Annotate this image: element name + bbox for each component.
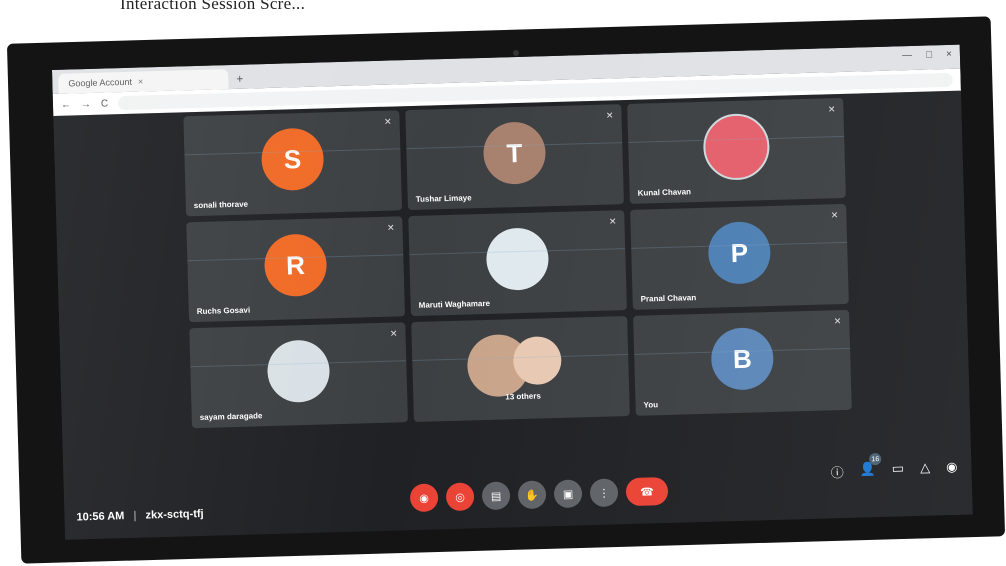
avatar-photo xyxy=(702,113,771,181)
participant-tile[interactable]: P ✕ Pranal Chavan xyxy=(630,203,849,310)
avatar-photo xyxy=(512,335,563,386)
participant-name: Kunal Chavan xyxy=(637,187,692,198)
reload-icon[interactable]: C xyxy=(101,98,109,109)
mic-off-icon: ✕ xyxy=(608,216,617,227)
avatar: P xyxy=(707,221,772,285)
participant-tile-self[interactable]: B ✕ You xyxy=(633,309,852,416)
mic-off-icon: ✕ xyxy=(827,104,836,115)
captions-button[interactable]: ▤ xyxy=(481,481,511,511)
participant-tile[interactable]: ✕ sayam daragade xyxy=(189,322,408,429)
mic-off-icon: ✕ xyxy=(386,222,395,233)
meet-stage: S ✕ sonali thorave T ✕ Tushar Limaye ✕ K… xyxy=(53,90,973,540)
avatar: S xyxy=(260,127,325,192)
forward-icon[interactable]: → xyxy=(81,98,91,109)
meeting-code: zkx-sctq-tfj xyxy=(145,507,204,522)
participant-tile[interactable]: S ✕ sonali thorave xyxy=(183,110,403,217)
mic-off-icon: ✕ xyxy=(833,316,842,327)
more-options-button[interactable]: ⋮ xyxy=(589,478,619,508)
people-count-badge: 16 xyxy=(869,452,882,466)
close-window-button[interactable]: × xyxy=(946,49,952,60)
present-button[interactable]: ▣ xyxy=(553,479,583,509)
maximize-button[interactable]: □ xyxy=(926,49,932,60)
separator: | xyxy=(133,509,137,522)
browser-window: Google Account × + — □ × ← → C S ✕ sonal… xyxy=(52,44,973,540)
webcam-dot xyxy=(513,50,519,56)
tab-title: Google Account xyxy=(68,76,133,89)
mic-off-icon: ✕ xyxy=(389,328,398,339)
participant-name: Tushar Limaye xyxy=(415,193,472,204)
paper-caption: Interaction Session Scre... xyxy=(120,0,306,13)
participant-name: Maruti Waghamare xyxy=(418,298,491,310)
participant-name: sayam daragade xyxy=(199,411,263,423)
back-icon[interactable]: ← xyxy=(61,99,71,110)
participant-tile[interactable]: ✕ Maruti Waghamare xyxy=(408,210,627,317)
meeting-side-controls: ⓘ 👤 16 ▭ △ ◉ xyxy=(830,452,958,482)
meeting-time: 10:56 AM | zkx-sctq-tfj xyxy=(76,508,203,524)
avatar: B xyxy=(710,326,775,391)
participant-name: You xyxy=(643,400,659,410)
clock-text: 10:56 AM xyxy=(76,510,125,524)
host-controls-icon[interactable]: ◉ xyxy=(946,459,958,478)
people-button[interactable]: 👤 16 xyxy=(859,452,882,480)
raise-hand-button[interactable]: ✋ xyxy=(517,480,547,510)
hangup-button[interactable]: ☎ xyxy=(625,476,669,507)
info-icon[interactable]: ⓘ xyxy=(830,462,844,481)
tab-close-icon[interactable]: × xyxy=(138,76,144,86)
camera-toggle-button[interactable]: ◎ xyxy=(445,482,475,512)
chat-icon[interactable]: ▭ xyxy=(892,460,905,479)
avatar-photo xyxy=(485,227,550,291)
minimize-button[interactable]: — xyxy=(902,50,912,61)
new-tab-button[interactable]: + xyxy=(236,72,243,89)
participant-tile[interactable]: T ✕ Tushar Limaye xyxy=(405,104,624,211)
avatar-photo xyxy=(266,339,331,404)
participant-name: Ruchs Gosavi xyxy=(196,305,251,317)
mic-off-icon: ✕ xyxy=(383,116,392,127)
participant-tile[interactable]: ✕ Kunal Chavan xyxy=(627,97,846,204)
participant-tile-others[interactable]: 13 others xyxy=(411,316,630,423)
avatar: R xyxy=(263,233,328,298)
window-controls: — □ × xyxy=(902,49,952,61)
avatar: T xyxy=(482,121,547,185)
participant-tile[interactable]: R ✕ Ruchs Gosavi xyxy=(186,216,406,323)
participant-name: Pranal Chavan xyxy=(640,293,697,304)
others-count: 13 others xyxy=(505,391,541,402)
mic-off-icon: ✕ xyxy=(605,110,614,121)
mic-off-icon: ✕ xyxy=(830,210,839,221)
participant-name: sonali thorave xyxy=(193,199,249,211)
mic-toggle-button[interactable]: ◉ xyxy=(409,483,439,513)
activities-icon[interactable]: △ xyxy=(920,460,931,479)
